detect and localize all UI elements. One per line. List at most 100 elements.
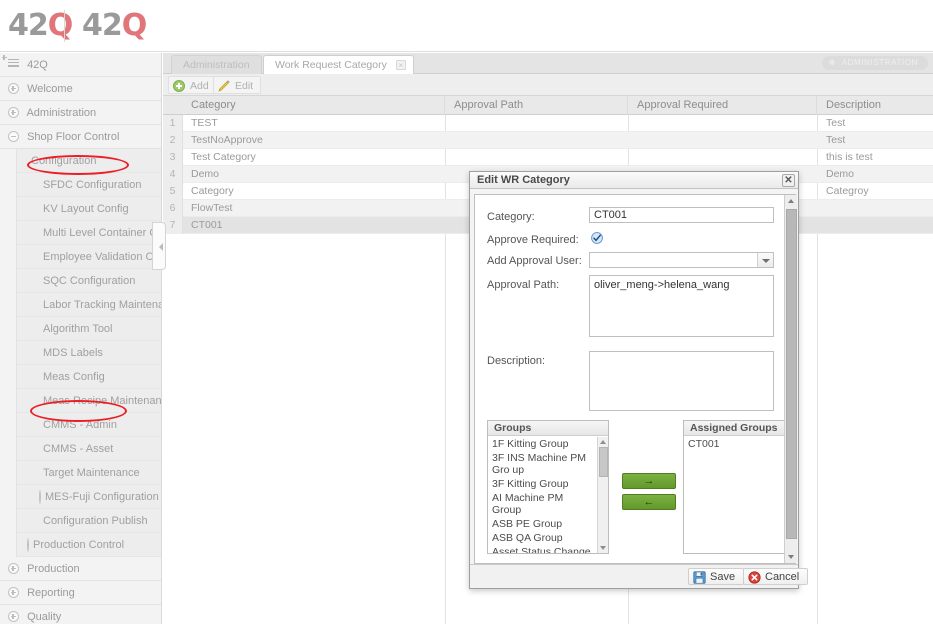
table-row[interactable]: 3 Test Category this is test <box>163 149 933 166</box>
cell-category: Category <box>191 185 234 197</box>
sidebar-item-label: KV Layout Config <box>43 203 129 215</box>
sidebar-item-production[interactable]: Production <box>0 557 161 581</box>
dialog-title-bar[interactable]: Edit WR Category ✕ <box>470 172 798 189</box>
sidebar-item-sqc-configuration[interactable]: SQC Configuration <box>17 269 161 293</box>
sidebar-item-kv-layout-config[interactable]: KV Layout Config <box>17 197 161 221</box>
scroll-up-icon[interactable] <box>788 199 794 203</box>
sidebar-item-sfdc-configuration[interactable]: SFDC Configuration <box>17 173 161 197</box>
list-item[interactable]: AI Machine PM Group <box>488 491 597 517</box>
scroll-down-icon[interactable] <box>600 546 606 550</box>
sidebar-item-cmms-admin[interactable]: CMMS - Admin <box>17 413 161 437</box>
close-icon[interactable]: ✕ <box>782 174 795 187</box>
cell-approval-required <box>629 115 817 132</box>
add-approval-user-select[interactable] <box>589 252 774 268</box>
description-textarea[interactable] <box>589 351 774 411</box>
cell-approval-required <box>629 149 817 166</box>
sidebar-item-label: Configuration <box>31 155 97 167</box>
close-icon[interactable]: × <box>395 60 406 70</box>
sidebar-item-target-maintenance[interactable]: Target Maintenance <box>17 461 161 485</box>
status-badge-administration[interactable]: ✥ ADMINISTRATION <box>821 56 928 70</box>
sidebar-item-welcome[interactable]: Welcome <box>0 77 161 101</box>
cancel-button[interactable]: Cancel <box>743 568 809 585</box>
scrollbar-thumb[interactable] <box>786 209 797 539</box>
scroll-up-icon[interactable] <box>600 440 606 444</box>
sidebar-item-mes-fuji-configuration[interactable]: MES-Fuji Configuration <box>17 485 161 509</box>
sidebar-item-reporting[interactable]: Reporting <box>0 581 161 605</box>
table-row[interactable]: 2 TestNoApprove Test <box>163 132 933 149</box>
sidebar-item-label: Shop Floor Control <box>27 131 120 143</box>
sidebar-item-quality[interactable]: Quality <box>0 605 161 624</box>
tab-work-request-category[interactable]: Work Request Category × <box>263 55 414 74</box>
tab-administration[interactable]: Administration <box>171 55 262 74</box>
sidebar-item-labor-tracking-maintenance[interactable]: Labor Tracking Maintenanc <box>17 293 161 317</box>
sidebar-item-production-control[interactable]: Production Control <box>17 533 161 557</box>
sidebar-item-multi-level-container-config[interactable]: Multi Level Container Conf <box>17 221 161 245</box>
sidebar-item-employee-validation-config[interactable]: Employee Validation Confi <box>17 245 161 269</box>
list-item[interactable]: 3F INS Machine PM Gro up <box>488 451 597 477</box>
minus-circle-icon <box>8 130 19 142</box>
add-button[interactable]: Add <box>168 76 217 94</box>
approve-required-checkbox[interactable] <box>591 232 603 244</box>
sidebar-item-administration[interactable]: Administration <box>0 101 161 125</box>
category-input[interactable] <box>589 207 774 223</box>
list-item[interactable]: ASB QA Group <box>488 531 597 545</box>
logo-divider <box>64 10 65 42</box>
sidebar-item-42q[interactable]: 42Q <box>0 53 161 77</box>
row-number: 2 <box>163 132 183 149</box>
groups-listbox-body: 1F Kitting Group 3F INS Machine PM Gro u… <box>488 437 597 553</box>
cell-category: FlowTest <box>191 202 233 214</box>
groups-scrollbar[interactable] <box>597 437 608 553</box>
edit-wr-category-dialog: Edit WR Category ✕ Category: Approve Req… <box>469 171 809 589</box>
sidebar-subpanel-shop-floor-control: Configuration SFDC Configuration KV Layo… <box>16 149 161 557</box>
sidebar-item-label: Production Control <box>33 539 125 551</box>
arrow-left-icon: ← <box>643 496 655 508</box>
sidebar-item-label: Production <box>27 563 80 575</box>
sidebar-item-mds-labels[interactable]: MDS Labels <box>17 341 161 365</box>
column-header-description[interactable]: Description <box>818 96 933 115</box>
unassign-group-button[interactable]: ← <box>622 494 676 510</box>
plus-circle-icon <box>173 80 185 92</box>
sidebar-item-label: CMMS - Admin <box>43 419 117 431</box>
list-icon <box>8 58 19 70</box>
list-item[interactable]: CT001 <box>684 437 795 451</box>
list-item[interactable]: ASB PE Group <box>488 517 597 531</box>
sidebar-item-shop-floor-control[interactable]: Shop Floor Control <box>0 125 161 149</box>
cell-description: Categroy <box>826 185 869 197</box>
plus-circle-icon <box>8 562 19 574</box>
dialog-scrollbar[interactable] <box>784 195 797 563</box>
add-approval-user-label: Add Approval User: <box>487 255 582 267</box>
plus-circle-icon <box>27 538 29 552</box>
sidebar: 42Q Welcome Administration Shop Floor Co… <box>0 53 162 624</box>
sidebar-item-label: CMMS - Asset <box>43 443 114 455</box>
scrollbar-thumb[interactable] <box>599 447 608 477</box>
chevron-down-icon[interactable] <box>757 253 773 267</box>
list-item[interactable]: 1F Kitting Group <box>488 437 597 451</box>
assign-group-button[interactable]: → <box>622 473 676 489</box>
plus-circle-icon <box>8 106 19 118</box>
sidebar-item-algorithm-tool[interactable]: Algorithm Tool <box>17 317 161 341</box>
sidebar-item-meas-recipe-maintenance[interactable]: Meas Recipe Maintenance <box>17 389 161 413</box>
edit-button[interactable]: Edit <box>213 76 262 94</box>
list-item[interactable]: 3F Kitting Group <box>488 477 597 491</box>
collapse-sidebar-handle[interactable] <box>152 222 166 270</box>
save-button[interactable]: Save <box>688 568 745 585</box>
table-row[interactable]: 1 TEST Test <box>163 115 933 132</box>
assigned-groups-listbox-title: Assigned Groups <box>684 421 795 436</box>
sidebar-item-configuration-publish[interactable]: Configuration Publish <box>17 509 161 533</box>
row-number: 4 <box>163 166 183 183</box>
column-header-category[interactable]: Category <box>183 96 445 115</box>
groups-listbox[interactable]: Groups 1F Kitting Group 3F INS Machine P… <box>487 420 609 554</box>
cell-approval-required <box>629 132 817 149</box>
column-header-approval-path[interactable]: Approval Path <box>446 96 628 115</box>
approval-path-textarea[interactable] <box>589 275 774 337</box>
sidebar-item-configuration[interactable]: Configuration <box>17 149 161 173</box>
scroll-down-icon[interactable] <box>788 555 794 559</box>
list-item[interactable]: Asset Status Change Gr oup <box>488 545 597 553</box>
assigned-groups-listbox[interactable]: Assigned Groups CT001 <box>683 420 795 554</box>
cell-description: this is test <box>826 151 873 163</box>
sidebar-item-label: Employee Validation Confi <box>43 251 161 263</box>
sidebar-item-cmms-asset[interactable]: CMMS - Asset <box>17 437 161 461</box>
sidebar-item-label: Configuration Publish <box>43 515 148 527</box>
sidebar-item-meas-config[interactable]: Meas Config <box>17 365 161 389</box>
column-header-approval-required[interactable]: Approval Required <box>629 96 817 115</box>
